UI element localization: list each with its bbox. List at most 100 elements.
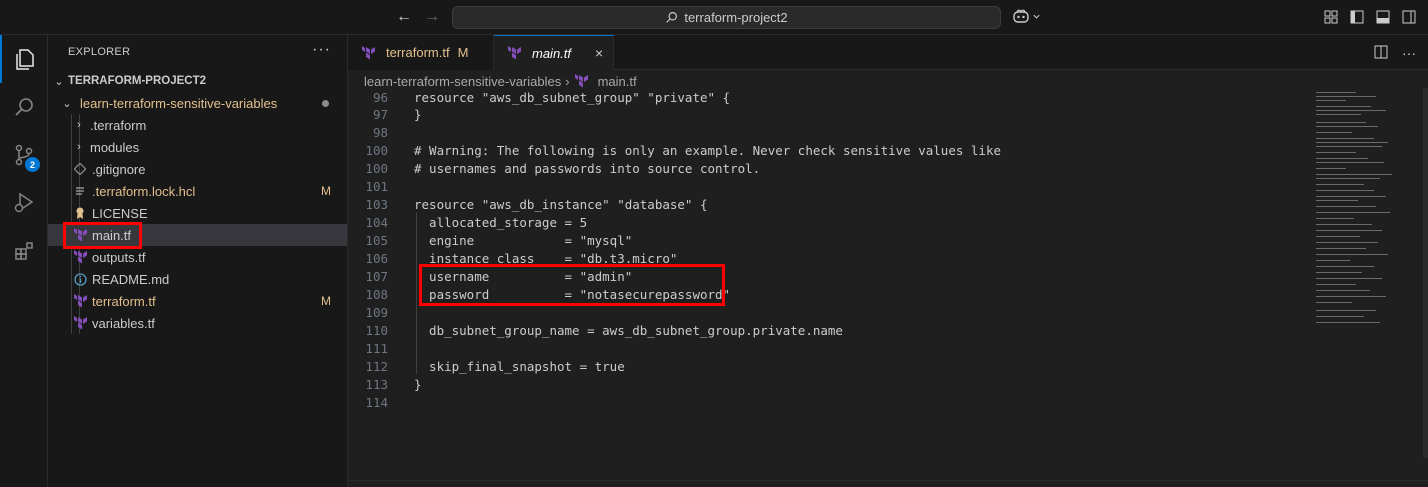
chevron-right-icon: › [565, 73, 570, 89]
code-text: resource "aws_db_instance" "database" { [414, 196, 708, 212]
minimap[interactable] [1308, 88, 1428, 478]
activity-source-control[interactable]: 2 [0, 131, 48, 179]
minimap-line [1316, 106, 1371, 107]
tree-item-label: modules [90, 139, 140, 155]
split-editor-icon[interactable] [1374, 45, 1388, 62]
breadcrumb-file[interactable]: main.tf [598, 74, 637, 89]
search-icon [666, 12, 678, 23]
terraform-file-icon [72, 315, 88, 331]
line-number: 98 [372, 124, 388, 140]
minimap-line [1316, 322, 1380, 323]
terraform-file-icon [506, 45, 522, 61]
minimap-line [1316, 316, 1364, 317]
tree-file-license[interactable]: LICENSE [48, 202, 347, 224]
tree-file-variables-tf[interactable]: variables.tf [48, 312, 347, 334]
minimap-line [1316, 284, 1356, 285]
code-line: 97} [348, 105, 1308, 123]
minimap-line [1316, 260, 1350, 261]
code-text: resource "aws_db_subnet_group" "private"… [414, 89, 731, 105]
explorer-sidebar: EXPLORER ··· ⌄ TERRAFORM-PROJECT2 ⌄ lear… [48, 35, 348, 487]
title-bar: ← → terraform-project2 [0, 0, 1428, 35]
tree-folder-terraform[interactable]: › .terraform [48, 114, 347, 136]
breadcrumb-folder[interactable]: learn-terraform-sensitive-variables [364, 74, 561, 89]
copilot-button[interactable] [1012, 8, 1041, 24]
code-line: 103 resource "aws_db_instance" "database"… [348, 195, 1308, 213]
close-icon[interactable]: × [595, 45, 603, 61]
code-text: db_subnet_group_name = aws_db_subnet_gro… [414, 322, 843, 338]
minimap-line [1316, 200, 1358, 201]
forward-arrow-icon[interactable]: → [424, 8, 440, 26]
toggle-secondary-sidebar-icon[interactable] [1402, 10, 1416, 24]
tree-file-lock-hcl[interactable]: .terraform.lock.hcl M [48, 180, 347, 202]
command-center-search[interactable]: terraform-project2 [452, 6, 1001, 29]
minimap-line [1316, 132, 1352, 133]
minimap-line [1316, 114, 1361, 115]
text-file-icon [72, 183, 88, 199]
modified-dot [322, 99, 329, 107]
code-line: 114 [348, 393, 1308, 411]
customize-layout-icon[interactable] [1324, 10, 1338, 24]
minimap-line [1316, 100, 1346, 101]
minimap-line [1316, 110, 1386, 111]
info-icon [72, 271, 88, 287]
line-number: 97 [372, 106, 388, 122]
more-actions-icon[interactable]: ··· [1402, 45, 1416, 62]
more-actions-icon[interactable]: ··· [312, 41, 331, 59]
tree-item-label: terraform.tf [92, 293, 156, 309]
tree-file-gitignore[interactable]: .gitignore [48, 158, 347, 180]
code-line: 96 resource "aws_db_subnet_group" "privat… [348, 88, 1308, 106]
toggle-panel-icon[interactable] [1376, 10, 1390, 24]
back-arrow-icon[interactable]: ← [396, 8, 412, 26]
modified-badge: M [321, 184, 331, 198]
tab-main-tf[interactable]: main.tf × [494, 35, 614, 70]
run-debug-icon [14, 192, 34, 213]
minimap-line [1316, 184, 1364, 185]
minimap-line [1316, 218, 1354, 219]
minimap-line [1316, 190, 1374, 191]
line-number: 111 [365, 340, 388, 356]
line-number: 106 [365, 250, 388, 266]
code-line: 100 # Warning: The following is only an e… [348, 141, 1308, 159]
line-number: 101 [365, 178, 388, 194]
activity-explorer[interactable] [0, 35, 48, 83]
minimap-line [1316, 212, 1390, 213]
tree-folder-learn-terraform[interactable]: ⌄ learn-terraform-sensitive-variables [48, 92, 347, 114]
line-number: 114 [365, 394, 388, 410]
activity-search[interactable] [0, 83, 48, 131]
editor-tabs: terraform.tf M main.tf × ··· [348, 35, 1428, 70]
line-number: 107 [365, 268, 388, 284]
code-text: # usernames and passwords into source co… [414, 160, 761, 176]
project-root[interactable]: ⌄ TERRAFORM-PROJECT2 [48, 70, 347, 92]
tree-folder-modules[interactable]: › modules [48, 136, 347, 158]
minimap-line [1316, 272, 1362, 273]
code-line: 113} [348, 375, 1308, 393]
tree-file-terraform-tf[interactable]: terraform.tf M [48, 290, 347, 312]
command-center-text: terraform-project2 [684, 10, 788, 25]
minimap-line [1316, 266, 1374, 267]
minimap-line [1316, 224, 1372, 225]
tree-file-outputs-tf[interactable]: outputs.tf [48, 246, 347, 268]
minimap-line [1316, 310, 1376, 311]
explorer-icon [16, 49, 34, 70]
code-line: 98 [348, 123, 1308, 141]
code-line: 101 [348, 177, 1308, 195]
tab-terraform-tf[interactable]: terraform.tf M [348, 35, 494, 70]
editor-scrollbar[interactable] [1423, 88, 1428, 458]
chevron-right-icon: › [77, 119, 81, 131]
code-text: } [414, 106, 422, 122]
minimap-line [1316, 236, 1360, 237]
code-line: 104 allocated_storage = 5 [348, 213, 1308, 231]
line-number: 108 [365, 286, 388, 302]
toggle-primary-sidebar-icon[interactable] [1350, 10, 1364, 24]
chevron-right-icon: › [77, 141, 81, 153]
activity-extensions[interactable] [0, 227, 48, 275]
minimap-line [1316, 146, 1382, 147]
explorer-title: EXPLORER [68, 46, 131, 58]
activity-run-debug[interactable] [0, 179, 48, 227]
editor-actions: ··· [1374, 45, 1416, 62]
tree-file-readme[interactable]: README.md [48, 268, 347, 290]
minimap-line [1316, 92, 1356, 93]
minimap-line [1316, 178, 1380, 179]
minimap-line [1316, 126, 1378, 127]
tree-item-label: .terraform.lock.hcl [92, 183, 196, 199]
